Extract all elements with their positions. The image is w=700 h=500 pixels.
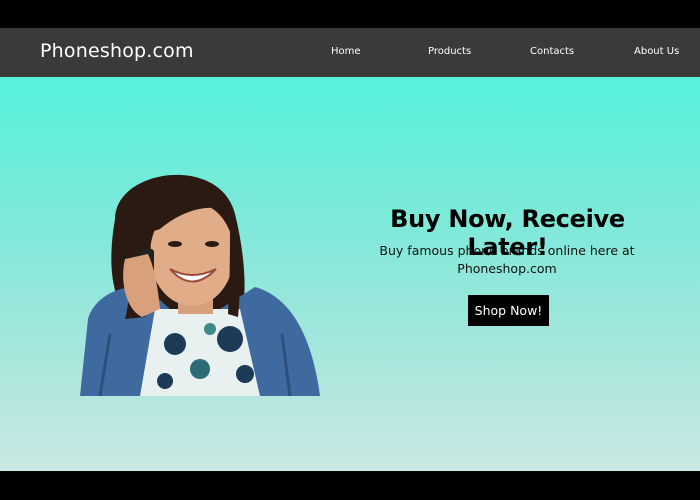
hero-subtext-line2: Phoneshop.com <box>457 261 557 276</box>
hero-woman-photo <box>70 159 325 396</box>
hero-subtext-line1: Buy famous phone brands online here at <box>379 243 635 258</box>
shop-now-button[interactable]: Shop Now! <box>468 295 549 326</box>
top-black-bar <box>0 0 700 28</box>
site-logo[interactable]: Phoneshop.com <box>40 40 194 62</box>
nav-item-contacts[interactable]: Contacts <box>530 46 574 57</box>
nav-item-about-us[interactable]: About Us <box>634 46 679 57</box>
bottom-black-bar <box>0 471 700 500</box>
hero-section: Buy Now, Receive Later! Buy famous phone… <box>0 77 700 471</box>
nav-item-products[interactable]: Products <box>428 46 471 57</box>
hero-subtext: Buy famous phone brands online here at P… <box>372 242 642 278</box>
navbar: Phoneshop.com Home Products Contacts Abo… <box>0 28 700 77</box>
nav-item-home[interactable]: Home <box>331 46 361 57</box>
